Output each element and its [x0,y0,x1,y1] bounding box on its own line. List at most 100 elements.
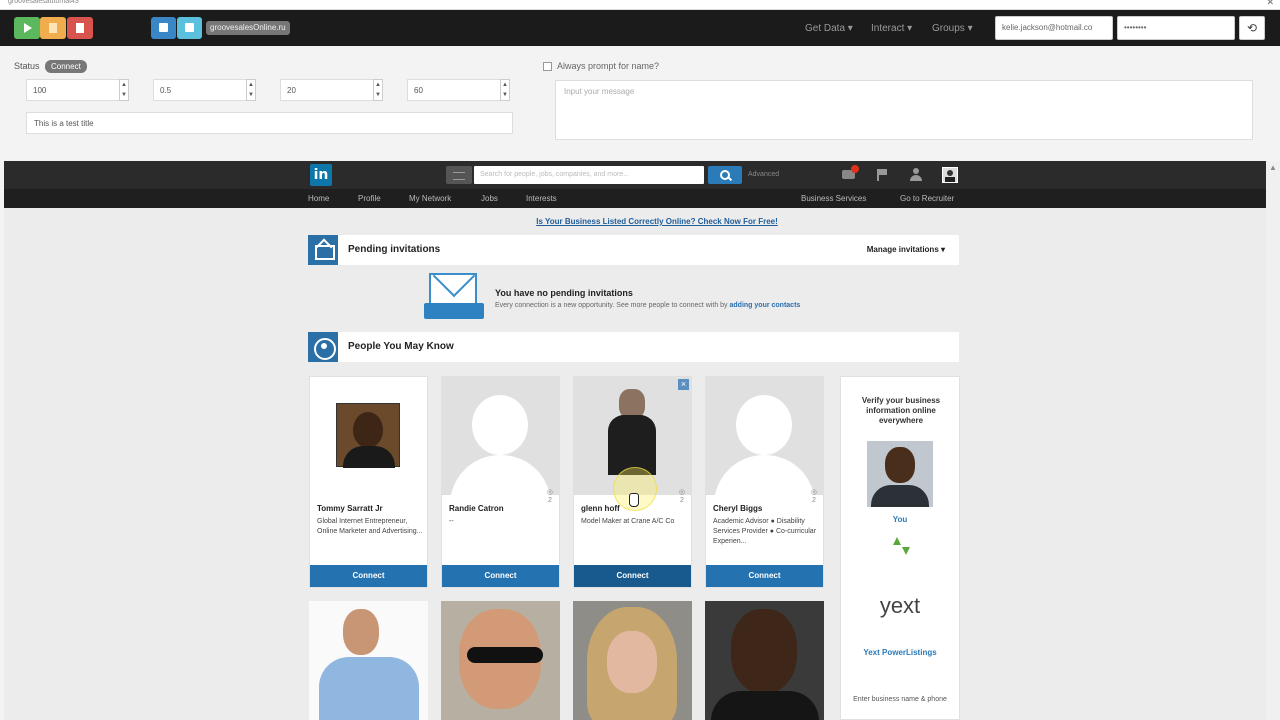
account-badge: groovesalesOnline.ru [206,21,290,35]
person-card: ◎ 2 Randie Catron -- Connect [441,376,560,588]
nav-go-to-recruiter[interactable]: Go to Recruiter [900,194,954,203]
shared-connections-count: ◎ 2 [678,489,685,504]
messages-icon[interactable] [842,165,859,182]
person-photo[interactable] [706,377,823,495]
nav-interests[interactable]: Interests [526,194,557,203]
open-icon-button[interactable] [151,17,176,39]
person-name[interactable]: Tommy Sarratt Jr [317,504,383,513]
play-button[interactable] [14,17,40,39]
search-filter-icon[interactable] [446,166,472,184]
sync-arrows-icon [891,537,911,557]
you-label: You [892,515,908,524]
yext-ad: Verify your business information online … [840,376,960,720]
status-badge: Connect [45,60,87,73]
nav-business-services[interactable]: Business Services [801,194,866,203]
embedded-browser: in Search for people, jobs, companies, a… [4,161,1266,720]
nav-jobs[interactable]: Jobs [481,194,498,203]
prompt-name-label: Always prompt for name? [557,61,660,71]
person-headline: -- [449,518,454,525]
app-toolbar: groovesalesOnline.ru Get Data Interact G… [0,10,1280,46]
folder-icon [159,23,168,32]
menu-get-data[interactable]: Get Data [805,23,853,34]
person-headline: Academic Advisor ● Disability Services P… [713,518,817,545]
connect-button[interactable]: Connect [442,565,559,587]
flag-icon[interactable] [875,168,889,182]
title-field[interactable]: This is a test title [26,112,513,134]
delay-field[interactable]: 0.5 [153,79,255,101]
connect-button[interactable]: Connect [706,565,823,587]
shared-connections-count: ◎ 2 [546,489,553,504]
person-photo[interactable] [309,601,428,720]
status-label: Status [14,61,40,71]
promo-banner-link[interactable]: Is Your Business Listed Correctly Online… [4,217,1266,226]
batch-field[interactable]: 20 [280,79,382,101]
enter-business-text: Enter business name & phone [853,696,947,703]
limit-field[interactable]: 100 [26,79,128,101]
password-field[interactable]: •••••••• [1117,16,1235,40]
email-field[interactable]: kelie.jackson@hotmail.co [995,16,1113,40]
no-invitations-title: You have no pending invitations [495,288,633,298]
search-button[interactable] [708,166,742,184]
interval-field[interactable]: 60 [407,79,509,101]
person-card: Tommy Sarratt Jr Global Internet Entrepr… [309,376,428,588]
shared-connections-count: ◎ 2 [810,489,817,504]
manage-invitations-dropdown[interactable]: Manage invitations ▾ [867,245,945,254]
limit-stepper[interactable]: ▲ ▼ [119,79,129,101]
browser-scrollbar[interactable]: ▲ [1266,161,1280,720]
dismiss-icon[interactable]: × [678,379,689,390]
delay-stepper[interactable]: ▲ ▼ [246,79,256,101]
interval-stepper[interactable]: ▲ ▼ [500,79,510,101]
connect-button[interactable]: Connect [310,565,427,587]
person-photo[interactable] [442,377,559,495]
connect-button[interactable]: Connect [574,565,691,587]
person-headline: Global Internet Entrepreneur, Online Mar… [317,518,423,535]
nav-profile[interactable]: Profile [358,194,381,203]
person-card: ◎ 2 Cheryl Biggs Academic Advisor ● Disab… [705,376,824,588]
refresh-button[interactable]: ⟲ [1239,16,1265,40]
adding-contacts-link[interactable]: adding your contacts [730,302,801,309]
add-connection-icon[interactable] [909,168,923,182]
advanced-search-link[interactable]: Advanced [748,171,779,178]
prompt-name-checkbox[interactable] [543,62,552,71]
hand-cursor-icon [629,493,639,507]
your-photo [867,441,933,507]
stop-button[interactable] [67,17,93,39]
window-titlebar: groovesalesautomat43 ✕ [0,0,1280,10]
pending-invitations-panel: Pending invitations Manage invitations ▾ [308,235,959,265]
pause-button[interactable] [40,17,66,39]
message-textarea[interactable]: Input your message [555,80,1253,140]
linkedin-logo[interactable]: in [310,164,332,186]
save-icon-button[interactable] [177,17,202,39]
document-icon [185,23,194,32]
ad-headline: Verify your business information online … [861,396,941,425]
close-icon[interactable]: ✕ [1266,0,1274,8]
nav-home[interactable]: Home [308,194,329,203]
empty-inbox-icon [424,273,484,321]
person-photo[interactable] [573,601,692,720]
person-name[interactable]: Randie Catron [449,504,504,513]
person-photo[interactable] [441,601,560,720]
yext-powerlistings-link[interactable]: Yext PowerListings [841,648,959,657]
menu-interact[interactable]: Interact [871,23,912,34]
no-invitations-text: Every connection is a new opportunity. S… [495,302,801,309]
pymk-title: People You May Know [348,341,454,352]
pending-invitations-title: Pending invitations [348,244,441,255]
menu-groups[interactable]: Groups [932,23,973,34]
person-photo[interactable] [705,601,824,720]
window-title: groovesalesautomat43 [8,0,79,5]
envelope-icon [308,235,338,265]
person-headline: Model Maker at Crane A/C Co [581,518,675,525]
search-input[interactable]: Search for people, jobs, companies, and … [474,166,704,184]
scroll-up-icon[interactable]: ▲ [1269,163,1277,172]
batch-stepper[interactable]: ▲ ▼ [373,79,383,101]
profile-avatar[interactable] [942,167,958,183]
person-name[interactable]: Cheryl Biggs [713,504,762,513]
notification-dot [851,165,859,173]
yext-logo[interactable]: yext [867,573,933,639]
people-you-may-know-panel: People You May Know [308,332,959,362]
person-photo[interactable] [310,377,427,495]
nav-my-network[interactable]: My Network [409,194,451,203]
people-icon [308,332,338,362]
linkedin-header: in Search for people, jobs, companies, a… [4,161,1266,208]
person-name[interactable]: glenn hoff [581,504,620,513]
